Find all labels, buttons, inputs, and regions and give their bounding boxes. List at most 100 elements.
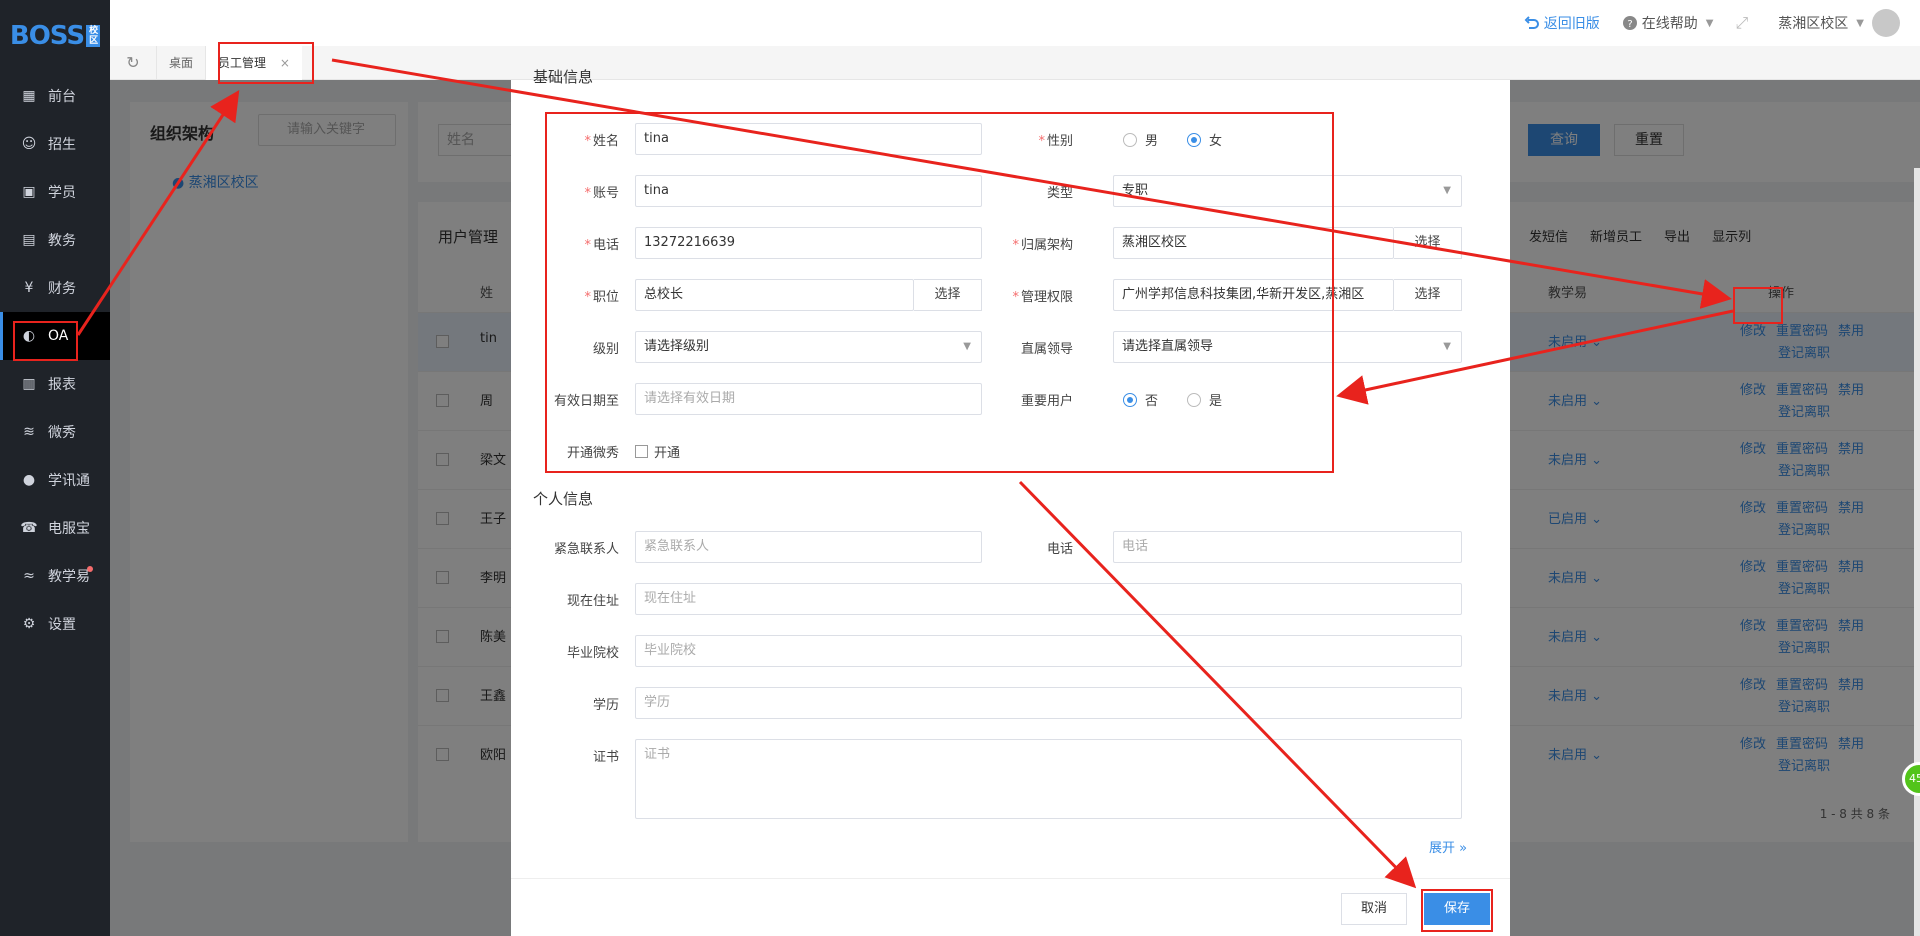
important-label: 重要用户: [1020, 394, 1073, 409]
book-icon: ▤: [22, 232, 36, 248]
campus-switcher[interactable]: 蒸湘区校区 ▼: [1778, 9, 1900, 37]
level-label: 级别: [592, 342, 619, 357]
leader-label: 直属领导: [1020, 342, 1073, 357]
personal-phone-label: 电话: [1046, 542, 1073, 557]
important-yes-radio[interactable]: 是: [1187, 390, 1222, 409]
education-label: 学历: [592, 698, 619, 713]
calendar-icon: ▦: [22, 88, 36, 104]
logo-badge: 校区: [86, 25, 101, 47]
sidebar-item-3[interactable]: ▤ 教务: [0, 216, 110, 264]
sidebar-item-6[interactable]: ▥ 报表: [0, 360, 110, 408]
type-select[interactable]: 专职 ▼: [1113, 175, 1462, 207]
recruit-icon: ☺: [21, 136, 37, 152]
sidebar-item-label: 教学易: [48, 569, 90, 585]
sidebar-item-11[interactable]: ⚙ 设置: [0, 600, 110, 648]
sidebar-item-4[interactable]: ¥ 财务: [0, 264, 110, 312]
gender-label: * 性别: [1038, 134, 1073, 149]
sidebar-item-1[interactable]: ☺ 招生: [0, 120, 110, 168]
perm-field[interactable]: 广州学邦信息科技集团,华新开发区,蒸湘区: [1113, 279, 1394, 311]
emergency-label: 紧急联系人: [553, 542, 619, 557]
gender-female-radio[interactable]: 女: [1187, 130, 1222, 149]
account-label: * 账号: [584, 186, 619, 201]
sidebar-item-9[interactable]: ☎ 电服宝: [0, 504, 110, 552]
important-no-radio[interactable]: 否: [1123, 390, 1158, 409]
org-select-button[interactable]: 选择: [1394, 227, 1462, 259]
tab-staff-management[interactable]: 员工管理 ×: [205, 45, 302, 80]
level-select[interactable]: 请选择级别 ▼: [635, 331, 982, 363]
logo-text: BOSS: [9, 21, 85, 51]
personal-phone-field[interactable]: 电话: [1113, 531, 1462, 563]
phone-field[interactable]: 13272216639: [635, 227, 982, 259]
sidebar-item-label: 学讯通: [48, 473, 90, 489]
certificate-textarea[interactable]: 证书: [635, 739, 1462, 819]
cancel-button[interactable]: 取消: [1341, 893, 1407, 925]
type-label: 类型: [1046, 186, 1073, 201]
sidebar-item-label: 电服宝: [48, 521, 90, 537]
undo-icon: [1524, 16, 1539, 29]
svg-text:?: ?: [1627, 19, 1632, 30]
position-select-button[interactable]: 选择: [914, 279, 982, 311]
account-field[interactable]: tina: [635, 175, 982, 207]
top-header: 返回旧版 ? 在线帮助 ▼ ⤢ 蒸湘区校区 ▼: [110, 0, 1920, 46]
help-icon: ?: [1622, 16, 1637, 30]
expire-date-picker[interactable]: 请选择有效日期: [635, 383, 982, 415]
caret-down-icon: ▼: [1856, 17, 1864, 29]
org-label: * 归属架构: [1012, 238, 1073, 253]
phone-label: * 电话: [584, 238, 619, 253]
tab-label: 员工管理: [218, 55, 267, 70]
bar-chart-icon: ▥: [22, 376, 36, 392]
certificate-label: 证书: [592, 750, 619, 765]
sidebar-item-label: 招生: [48, 137, 76, 153]
avatar[interactable]: [1872, 9, 1900, 37]
education-field[interactable]: 学历: [635, 687, 1462, 719]
fullscreen-icon[interactable]: ⤢: [1735, 13, 1748, 33]
perm-select-button[interactable]: 选择: [1394, 279, 1462, 311]
campus-label: 蒸湘区校区: [1778, 16, 1849, 32]
org-field[interactable]: 蒸湘区校区: [1113, 227, 1394, 259]
tab-label: 桌面: [169, 55, 194, 70]
sidebar-item-5[interactable]: ◐ OA: [0, 312, 110, 360]
student-icon: ▣: [22, 184, 36, 200]
name-label: * 姓名: [584, 134, 619, 149]
online-help-menu[interactable]: ? 在线帮助 ▼: [1622, 13, 1714, 33]
location-icon: ●: [22, 472, 36, 488]
perm-label: * 管理权限: [1012, 290, 1073, 305]
school-field[interactable]: 毕业院校: [635, 635, 1462, 667]
chevron-down-icon: »: [1459, 841, 1468, 856]
back-old-version-link[interactable]: 返回旧版: [1524, 13, 1600, 33]
emergency-contact-field[interactable]: 紧急联系人: [635, 531, 982, 563]
back-old-label: 返回旧版: [1543, 16, 1600, 32]
school-label: 毕业院校: [566, 646, 619, 661]
sidebar-item-2[interactable]: ▣ 学员: [0, 168, 110, 216]
expand-link[interactable]: 展开 »: [1429, 837, 1467, 856]
sidebar-item-7[interactable]: ≋ 微秀: [0, 408, 110, 456]
sidebar-item-8[interactable]: ● 学讯通: [0, 456, 110, 504]
logo[interactable]: BOSS 校区: [0, 0, 110, 72]
sidebar-item-0[interactable]: ▦ 前台: [0, 72, 110, 120]
help-label: 在线帮助: [1641, 16, 1698, 32]
wave-icon: ≋: [23, 424, 35, 440]
save-button[interactable]: 保存: [1424, 893, 1490, 925]
caret-down-icon: ▼: [1705, 17, 1714, 29]
toggle-icon: ◐: [22, 328, 36, 344]
gender-male-radio[interactable]: 男: [1123, 130, 1158, 149]
tab-desktop[interactable]: 桌面: [156, 45, 205, 80]
position-label: * 职位: [584, 290, 619, 305]
modal-footer: 取消 保存: [511, 878, 1510, 936]
sidebar-item-label: 微秀: [48, 425, 76, 441]
weixiu-checkbox[interactable]: 开通: [635, 442, 680, 461]
expire-label: 有效日期至: [553, 394, 619, 409]
refresh-icon[interactable]: ↻: [110, 53, 156, 72]
position-field[interactable]: 总校长: [635, 279, 914, 311]
page-scrollbar[interactable]: [1914, 168, 1920, 936]
name-field[interactable]: tina: [635, 123, 982, 155]
sidebar-item-label: 设置: [48, 617, 76, 633]
address-field[interactable]: 现在住址: [635, 583, 1462, 615]
caret-down-icon: ▼: [1443, 341, 1451, 352]
caret-down-icon: ▼: [1443, 185, 1451, 196]
close-icon[interactable]: ×: [280, 56, 290, 70]
leader-select[interactable]: 请选择直属领导 ▼: [1113, 331, 1462, 363]
sidebar-item-10[interactable]: ≈ 教学易: [0, 552, 110, 600]
notification-dot: [87, 566, 93, 572]
sidebar: BOSS 校区 ▦ 前台 ☺ 招生 ▣ 学员 ▤ 教务 ¥ 财务 ◐ OA ▥ 报表 ≋ 微秀 ● 学讯通 ☎ 电服宝…: [0, 0, 110, 936]
